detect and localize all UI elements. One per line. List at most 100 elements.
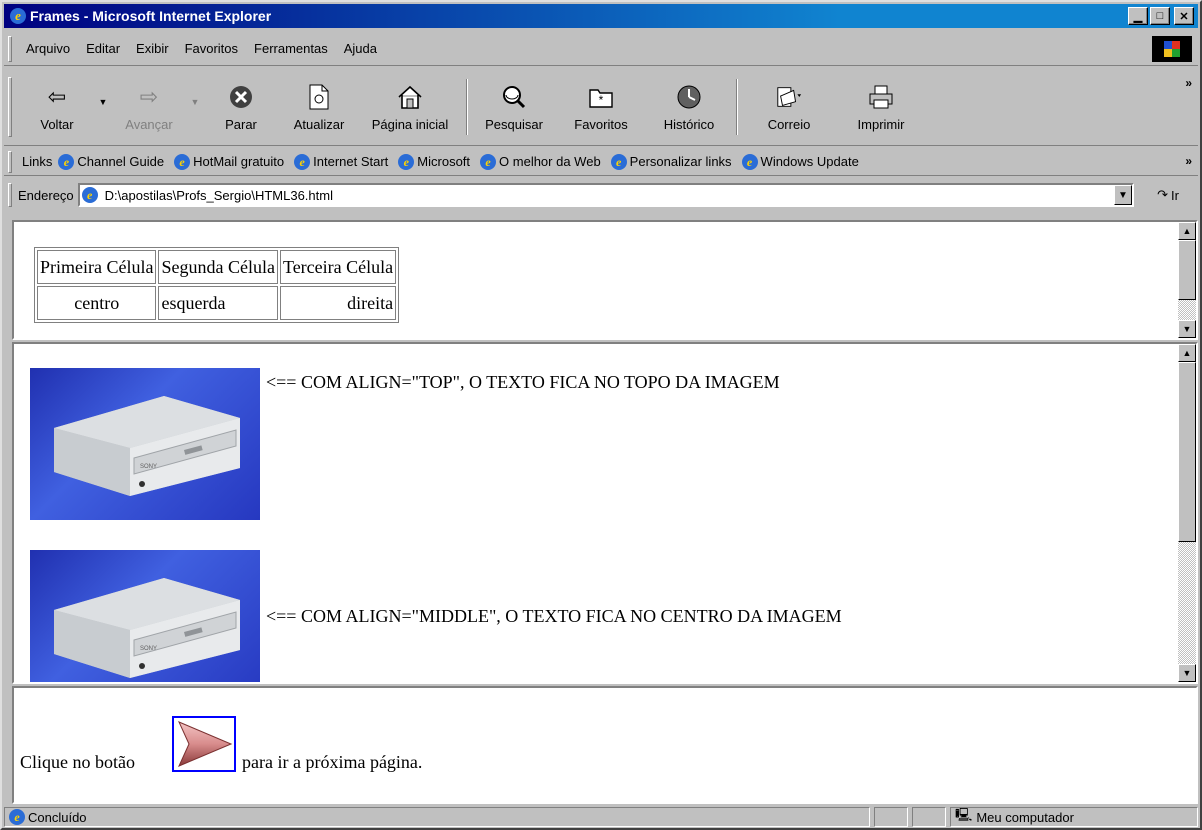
home-label: Página inicial bbox=[371, 116, 449, 132]
stop-button[interactable]: Parar bbox=[202, 74, 280, 140]
menu-favoritos[interactable]: Favoritos bbox=[177, 41, 246, 56]
windows-logo-icon bbox=[1152, 36, 1192, 62]
menu-editar[interactable]: Editar bbox=[78, 41, 128, 56]
links-grip[interactable] bbox=[8, 150, 12, 173]
refresh-icon bbox=[305, 83, 333, 111]
favorites-icon: * bbox=[587, 83, 615, 111]
link-ie-icon: e bbox=[480, 153, 497, 170]
next-page-text: para ir a próxima página. bbox=[242, 752, 423, 772]
go-arrow-icon: ↷ bbox=[1157, 187, 1168, 202]
menu-ferramentas[interactable]: Ferramentas bbox=[246, 41, 336, 56]
table-cell-left: esquerda bbox=[158, 286, 278, 320]
print-button[interactable]: Imprimir bbox=[836, 74, 926, 140]
status-ie-icon: e bbox=[9, 809, 25, 825]
links-chevron-icon[interactable]: » bbox=[1185, 154, 1192, 168]
scroll-thumb[interactable] bbox=[1178, 240, 1196, 300]
table-cell-center: centro bbox=[37, 286, 157, 320]
menu-exibir[interactable]: Exibir bbox=[128, 41, 177, 56]
print-label: Imprimir bbox=[857, 116, 905, 132]
favorites-label: Favoritos bbox=[574, 116, 628, 132]
middle-frame: SONY <== COM ALIGN="TOP", O TEXTO FICA N… bbox=[12, 342, 1198, 684]
link-personalizar[interactable]: e Personalizar links bbox=[610, 153, 732, 170]
link-ie-icon: e bbox=[294, 153, 311, 170]
standard-toolbar: ⇦ Voltar ▼ ⇨ Avançar ▼ Parar Atualizar P… bbox=[4, 68, 1198, 146]
back-label: Voltar bbox=[40, 116, 74, 132]
favorites-button[interactable]: * Favoritos bbox=[556, 74, 646, 140]
scroll-thumb[interactable] bbox=[1178, 362, 1196, 542]
link-ie-icon: e bbox=[398, 153, 415, 170]
scroll-up-button[interactable]: ▲ bbox=[1178, 222, 1196, 240]
address-value: D:\apostilas\Profs_Sergio\HTML36.html bbox=[104, 187, 333, 203]
frameset: Primeira Célula Segunda Célula Terceira … bbox=[12, 220, 1198, 804]
minimize-button[interactable]: ▁ bbox=[1128, 7, 1148, 25]
drive-brand: SONY bbox=[140, 464, 157, 470]
link-hotmail[interactable]: e HotMail gratuito bbox=[174, 153, 284, 170]
print-icon bbox=[867, 83, 895, 111]
address-bar: Endereço e D:\apostilas\Profs_Sergio\HTM… bbox=[4, 178, 1198, 212]
link-windows-update[interactable]: e Windows Update bbox=[741, 153, 859, 170]
table-header-cell: Primeira Célula bbox=[37, 250, 157, 284]
link-channel-guide[interactable]: e Channel Guide bbox=[58, 153, 164, 170]
toolbar-chevron-icon[interactable]: » bbox=[1185, 76, 1192, 90]
cd-drive-graphic-2: SONY bbox=[54, 578, 240, 678]
close-button[interactable]: ✕ bbox=[1174, 7, 1194, 25]
middle-frame-scrollbar[interactable]: ▲ ▼ bbox=[1178, 344, 1196, 682]
link-internet-start[interactable]: e Internet Start bbox=[294, 153, 388, 170]
cd-drive-image: SONY bbox=[30, 368, 260, 520]
history-button[interactable]: Histórico bbox=[646, 74, 732, 140]
title-bar[interactable]: e Frames - Microsoft Internet Explorer ▁… bbox=[4, 4, 1198, 28]
link-ie-icon: e bbox=[58, 153, 75, 170]
mail-button[interactable]: Correio bbox=[742, 74, 836, 140]
cd-drive-graphic: SONY bbox=[54, 396, 240, 496]
page-ie-icon: e bbox=[81, 187, 98, 203]
scroll-down-button[interactable]: ▼ bbox=[1178, 320, 1196, 338]
zone-pane: 🖳 Meu computador bbox=[950, 807, 1198, 827]
link-microsoft[interactable]: e Microsoft bbox=[398, 153, 470, 170]
menu-bar: Arquivo Editar Exibir Favoritos Ferramen… bbox=[4, 32, 1198, 66]
link-ie-icon: e bbox=[174, 153, 191, 170]
address-label: Endereço bbox=[18, 187, 74, 203]
browser-window: e Frames - Microsoft Internet Explorer ▁… bbox=[0, 0, 1202, 830]
scroll-down-button[interactable]: ▼ bbox=[1178, 664, 1196, 682]
address-input[interactable]: e D:\apostilas\Profs_Sergio\HTML36.html … bbox=[77, 183, 1134, 207]
toolbar-separator bbox=[466, 78, 468, 135]
align-middle-text: <== COM ALIGN="MIDDLE", O TEXTO FICA NO … bbox=[266, 606, 842, 626]
scroll-up-button[interactable]: ▲ bbox=[1178, 344, 1196, 362]
status-bar: e Concluído 🖳 Meu computador bbox=[4, 806, 1198, 828]
zone-text: Meu computador bbox=[976, 809, 1074, 825]
next-page-button[interactable] bbox=[172, 716, 236, 772]
menu-ajuda[interactable]: Ajuda bbox=[336, 41, 385, 56]
menu-grip[interactable] bbox=[8, 35, 12, 62]
drive-brand-2: SONY bbox=[140, 646, 157, 652]
mail-icon bbox=[775, 83, 803, 111]
home-button[interactable]: Página inicial bbox=[358, 74, 462, 140]
table-header-cell: Terceira Célula bbox=[279, 250, 397, 284]
status-text: Concluído bbox=[28, 809, 87, 825]
go-button[interactable]: ↷ Ir bbox=[1138, 187, 1198, 203]
link-melhor-da-web[interactable]: eO melhor da Web bbox=[480, 153, 601, 170]
refresh-button[interactable]: Atualizar bbox=[280, 74, 358, 140]
table-cell-right: direita bbox=[279, 286, 397, 320]
address-grip[interactable] bbox=[8, 183, 12, 207]
search-button[interactable]: Pesquisar bbox=[472, 74, 556, 140]
forward-button[interactable]: ⇨ Avançar bbox=[110, 74, 188, 140]
ie-logo-icon: e bbox=[10, 8, 26, 24]
top-frame-scrollbar[interactable]: ▲ ▼ bbox=[1178, 222, 1196, 338]
stop-label: Parar bbox=[225, 116, 257, 132]
computer-icon: 🖳 bbox=[955, 807, 973, 822]
back-button[interactable]: ⇦ Voltar bbox=[18, 74, 96, 140]
status-pane: e Concluído bbox=[4, 807, 870, 827]
next-arrow-icon bbox=[178, 721, 233, 767]
back-dropdown-icon[interactable]: ▼ bbox=[96, 97, 110, 107]
forward-dropdown-icon[interactable]: ▼ bbox=[188, 97, 202, 107]
menu-arquivo[interactable]: Arquivo bbox=[18, 41, 78, 56]
align-top-text: <== COM ALIGN="TOP", O TEXTO FICA NO TOP… bbox=[266, 372, 780, 392]
link-ie-icon: e bbox=[610, 153, 627, 170]
cells-table: Primeira Célula Segunda Célula Terceira … bbox=[34, 247, 400, 323]
toolbar-grip[interactable] bbox=[8, 76, 12, 137]
maximize-button[interactable]: □ bbox=[1150, 7, 1170, 25]
search-label: Pesquisar bbox=[485, 116, 543, 132]
table-row: Primeira Célula Segunda Célula Terceira … bbox=[37, 250, 397, 284]
address-dropdown-button[interactable]: ▼ bbox=[1114, 185, 1132, 205]
status-pane-empty-1 bbox=[874, 807, 908, 827]
